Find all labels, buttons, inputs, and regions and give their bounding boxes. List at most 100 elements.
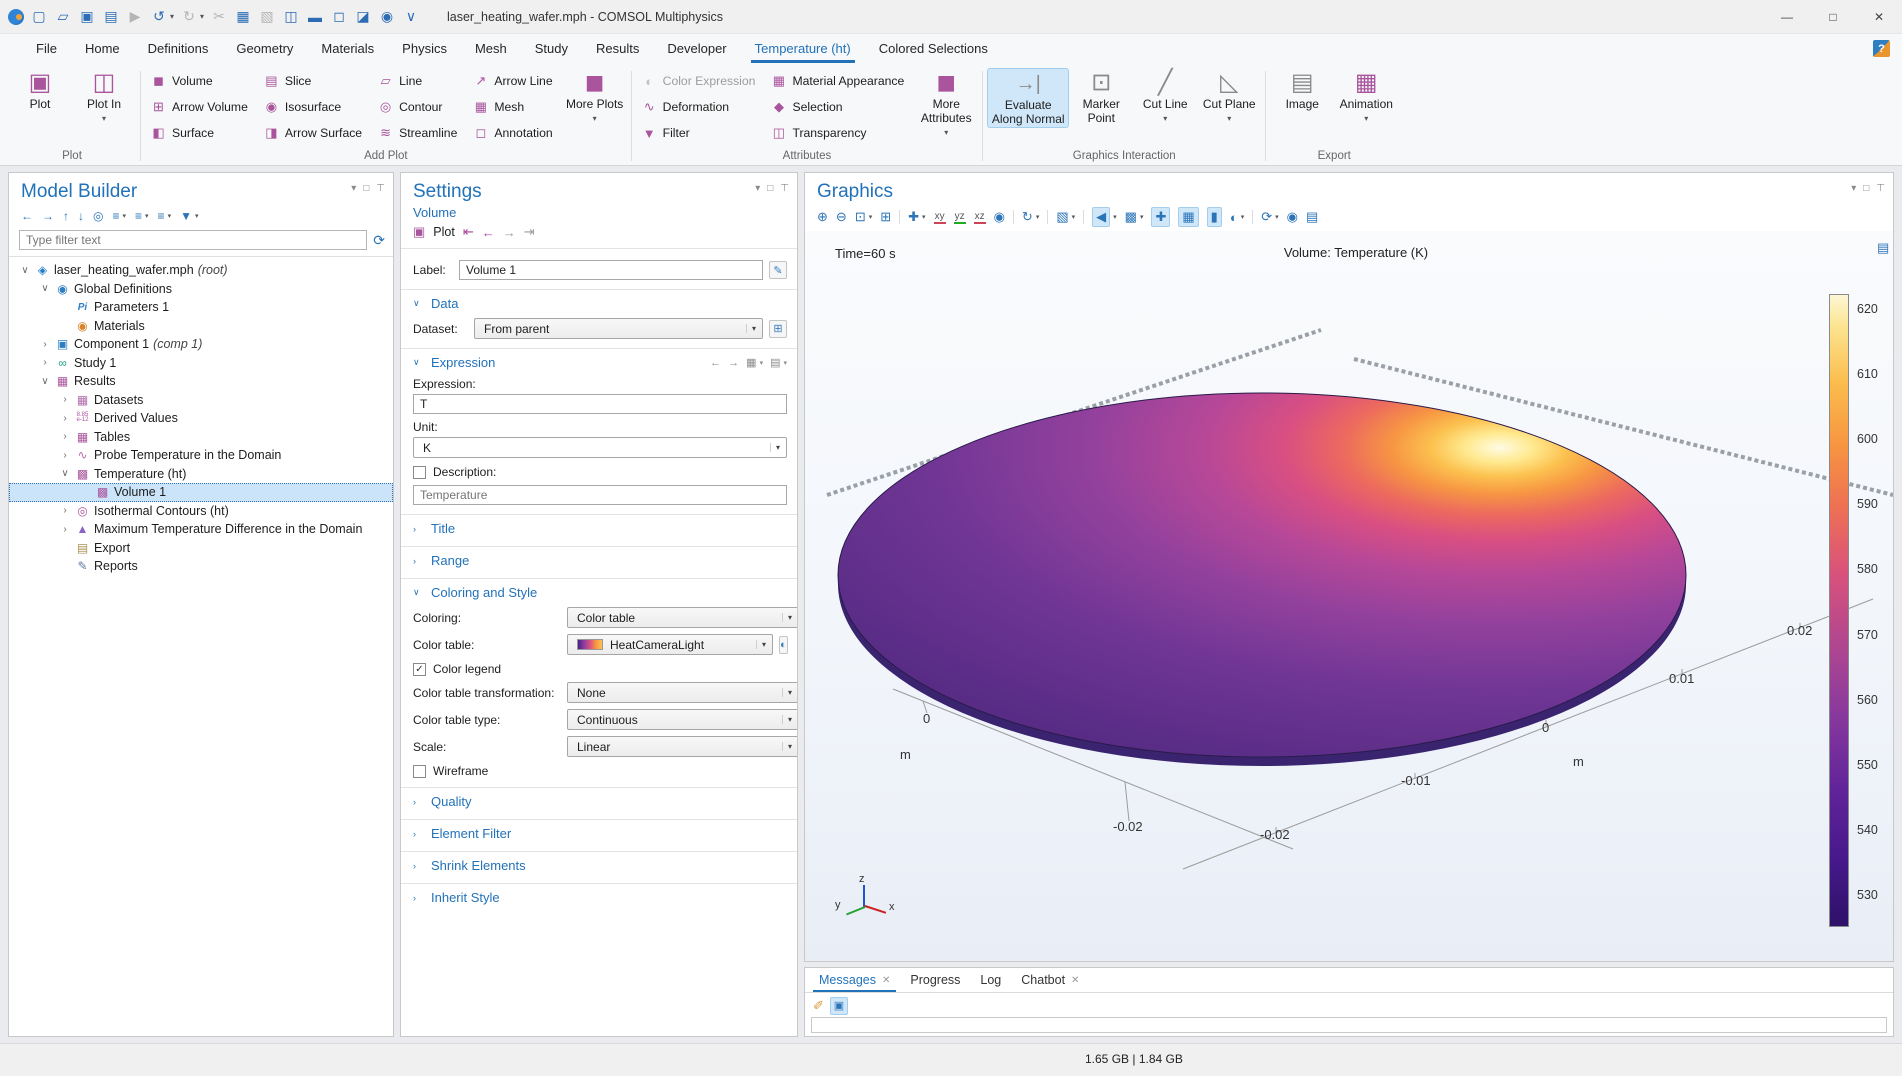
selection-button[interactable]: ◆Selection <box>765 94 914 120</box>
arrow-volume-button[interactable]: ⊞Arrow Volume <box>145 94 258 120</box>
snapshot-icon[interactable]: ◉ <box>1287 209 1298 225</box>
cut-line-button[interactable]: ╱ Cut Line ▾ <box>1133 68 1197 123</box>
show-icon[interactable]: ◎ <box>93 209 103 223</box>
next-solution-icon[interactable]: → <box>503 225 516 240</box>
color-legend-toggle-icon[interactable]: ▮ <box>1207 207 1222 227</box>
surface-button[interactable]: ◧Surface <box>145 120 258 146</box>
section-range[interactable]: ›Range <box>413 553 787 568</box>
annotation-button[interactable]: ◻Annotation <box>467 120 562 146</box>
zoom-in-icon[interactable]: ⊕ <box>817 209 828 225</box>
zoom-box-icon[interactable]: ⊡ <box>855 209 866 225</box>
last-solution-icon[interactable]: ⇥ <box>524 224 535 240</box>
replace-expression-dropdown-icon[interactable]: ▾ <box>783 359 787 367</box>
panel-pin-icon[interactable]: ⊤ <box>1876 183 1885 194</box>
duplicate-icon[interactable]: ◫ <box>282 8 300 25</box>
panel-pin-icon[interactable]: ⊤ <box>780 183 789 194</box>
tab-mesh[interactable]: Mesh <box>461 34 521 63</box>
wafer-surface[interactable] <box>838 393 1686 757</box>
tab-colored-selections[interactable]: Colored Selections <box>865 34 1002 63</box>
more-attributes-button[interactable]: ◼ More Attributes ▾ <box>914 68 978 137</box>
expand-all-icon[interactable]: ≡ <box>112 209 119 223</box>
streamline-button[interactable]: ≋Streamline <box>372 120 467 146</box>
tab-temperature-ht[interactable]: Temperature (ht) <box>741 34 865 63</box>
undo-dropdown-icon[interactable]: ▾ <box>170 12 174 21</box>
tab-materials[interactable]: Materials <box>307 34 388 63</box>
evaluate-along-normal-button[interactable]: →| Evaluate Along Normal <box>987 68 1069 128</box>
go-to-source-icon[interactable]: ⊞ <box>769 320 787 338</box>
tab-study[interactable]: Study <box>521 34 582 63</box>
sync-icon[interactable]: ⟳ <box>1261 209 1272 225</box>
panel-float-icon[interactable]: □ <box>363 183 369 194</box>
first-solution-icon[interactable]: ⇤ <box>463 224 474 240</box>
move-down-icon[interactable]: ↓ <box>78 209 84 223</box>
replace-expression-icon[interactable]: ▤ <box>770 356 780 369</box>
tab-geometry[interactable]: Geometry <box>222 34 307 63</box>
view-xy-icon[interactable]: xy <box>934 211 946 224</box>
color-table-select[interactable]: HeatCameraLight▾ <box>567 634 773 655</box>
more-plots-button[interactable]: ◼ More Plots ▾ <box>563 68 627 123</box>
section-element-filter[interactable]: ›Element Filter <box>413 826 787 841</box>
tab-home[interactable]: Home <box>71 34 134 63</box>
tree-chevron[interactable]: ∨ <box>39 376 51 387</box>
redo-dropdown-icon[interactable]: ▾ <box>200 12 204 21</box>
node-text-dropdown-icon[interactable]: ▾ <box>168 212 172 220</box>
tree-chevron[interactable]: › <box>59 524 71 535</box>
scene-light-icon[interactable]: ▧ <box>1056 209 1068 225</box>
filter-button[interactable]: ▼Filter <box>636 120 766 146</box>
tree-chevron[interactable]: › <box>59 505 71 516</box>
new-file-icon[interactable]: ▢ <box>30 8 48 25</box>
tab-messages[interactable]: Messages✕ <box>809 968 900 992</box>
tab-physics[interactable]: Physics <box>388 34 461 63</box>
line-button[interactable]: ▱Line <box>372 68 467 94</box>
tree-item-study-1[interactable]: ›∞Study 1 <box>9 354 393 373</box>
select-paint-icon[interactable]: ◪ <box>354 8 372 25</box>
panel-float-icon[interactable]: □ <box>767 183 773 194</box>
color-table-type-select[interactable]: Continuous▾ <box>567 709 797 730</box>
zoom-dropdown-icon[interactable]: ▾ <box>869 213 873 221</box>
section-shrink-elements[interactable]: ›Shrink Elements <box>413 858 787 873</box>
camera-view-icon[interactable]: ◉ <box>994 209 1005 225</box>
tree-item-component-1[interactable]: ›▣Component 1 (comp 1) <box>9 335 393 354</box>
expression-input[interactable] <box>413 394 787 414</box>
dataset-select[interactable]: From parent▾ <box>474 318 763 339</box>
tab-progress[interactable]: Progress <box>900 968 970 992</box>
select-box-icon[interactable]: ◻ <box>330 8 348 25</box>
tree-item-derived-values[interactable]: ›8.85 e-12Derived Values <box>9 409 393 428</box>
tree-chevron[interactable]: › <box>39 339 51 350</box>
isosurface-button[interactable]: ◉Isosurface <box>258 94 372 120</box>
tab-definitions[interactable]: Definitions <box>134 34 223 63</box>
save-icon[interactable]: ▣ <box>78 8 96 25</box>
tree-item-export[interactable]: ▤Export <box>9 539 393 558</box>
appearance-icon[interactable]: ◐ <box>1230 210 1238 225</box>
image-button[interactable]: ▤ Image <box>1270 68 1334 112</box>
filter-dropdown-icon[interactable]: ▾ <box>195 212 199 220</box>
find-icon[interactable]: ◉ <box>378 8 396 25</box>
tree-chevron[interactable]: ∨ <box>59 468 71 479</box>
tree-item-probe-temperature[interactable]: ›∿Probe Temperature in the Domain <box>9 446 393 465</box>
expression-prev-icon[interactable]: ← <box>710 357 721 369</box>
panel-float-icon[interactable]: □ <box>1863 183 1869 194</box>
panel-pin-icon[interactable]: ⊤ <box>376 183 385 194</box>
tree-item-max-temperature-difference[interactable]: ›▲Maximum Temperature Difference in the … <box>9 520 393 539</box>
node-text-icon[interactable]: ≡ <box>158 209 165 223</box>
animation-button[interactable]: ▦ Animation ▾ <box>1334 68 1398 123</box>
close-button[interactable]: ✕ <box>1856 0 1902 34</box>
tab-file[interactable]: File <box>22 34 71 63</box>
sound-dropdown-icon[interactable]: ▾ <box>1113 213 1117 221</box>
model-tree-filter-icon[interactable]: ▼ <box>180 209 192 223</box>
color-legend-checkbox[interactable]: ✓ <box>413 663 426 676</box>
print-icon[interactable]: ▤ <box>1306 209 1318 225</box>
sync-dropdown-icon[interactable]: ▾ <box>1275 213 1279 221</box>
toolbar-overflow-icon[interactable]: ∨ <box>402 8 420 25</box>
cut-plane-button[interactable]: ◺ Cut Plane ▾ <box>1197 68 1261 123</box>
panel-menu-icon[interactable]: ▾ <box>755 183 760 194</box>
help-icon[interactable]: ? <box>1873 40 1890 57</box>
transparency-cube-icon[interactable]: ▩ <box>1125 209 1137 225</box>
tree-chevron[interactable]: › <box>59 413 71 424</box>
tree-filter-input[interactable] <box>19 230 367 250</box>
plot-settings-corner-icon[interactable]: ▤ <box>1877 240 1889 256</box>
go-forward-icon[interactable]: → <box>42 209 54 223</box>
rotate-icon[interactable]: ↻ <box>1022 209 1033 225</box>
sound-icon[interactable]: ◀ <box>1092 207 1110 227</box>
tree-chevron[interactable]: › <box>59 450 71 461</box>
